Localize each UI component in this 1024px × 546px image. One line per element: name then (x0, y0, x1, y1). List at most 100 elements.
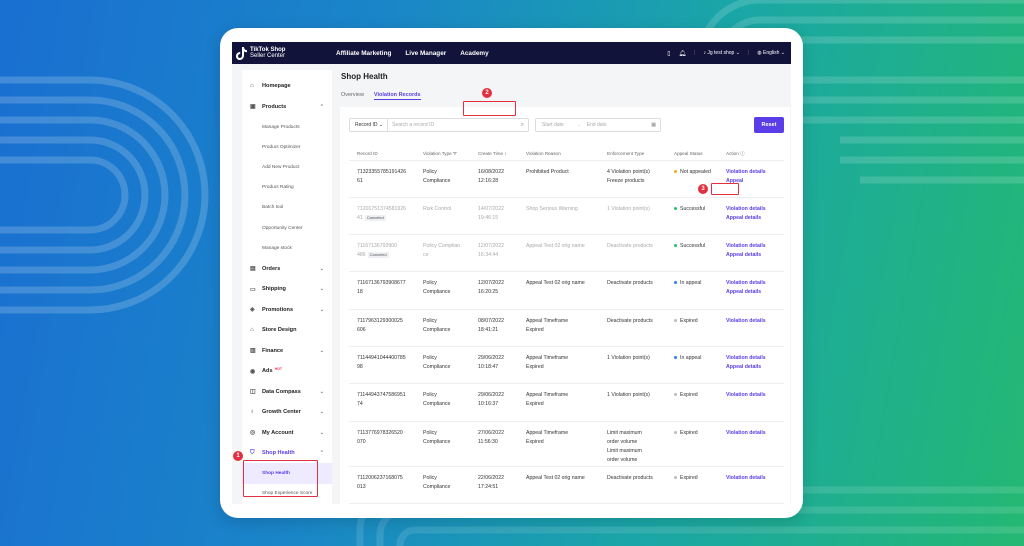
chevron-down-icon: ⌄ (319, 429, 324, 436)
status-badge: In appeal (680, 355, 702, 361)
search-input[interactable] (392, 122, 513, 128)
start-date-field[interactable]: Start date (542, 122, 564, 128)
record-id-cell: 7113776978326520 070 (357, 429, 403, 447)
top-right-controls: ▯ 🔔︎ | ♪ Jg test shop ⌄ | ◍ English ⌄ (667, 50, 791, 57)
sidebar-item-ads[interactable]: ◉ Ads HOT (242, 361, 332, 382)
phone-icon[interactable]: ▯ (667, 50, 670, 57)
action-cell: Violation details Appeal details (726, 354, 766, 372)
sidebar-item-growth-center[interactable]: ♁ Growth Center ⌄ (242, 402, 332, 423)
create-date: 08/07/2022 (478, 318, 504, 324)
sidebar-subitem-opportunity-center[interactable]: Opportunity Center (242, 218, 332, 238)
sidebar-item-finance[interactable]: ▥ Finance ⌄ (242, 340, 332, 361)
appeal-details-link[interactable]: Appeal details (726, 252, 761, 258)
violation-reason-line2: Expired (526, 401, 544, 407)
canceled-badge: Canceled (367, 252, 389, 258)
sidebar-item-promotions[interactable]: ◈ Promotions ⌄ (242, 299, 332, 320)
sidebar-subitem-add-new-product[interactable]: Add New Product (242, 157, 332, 177)
tab-violation-records[interactable]: Violation Records (373, 92, 421, 100)
appeal-details-link[interactable]: Appeal details (726, 215, 761, 221)
violation-details-link[interactable]: Violation details (726, 392, 766, 398)
violation-reason-cell: Appeal Timeframe Expired (526, 429, 568, 447)
home-icon: ⌂ (250, 83, 254, 90)
record-id: 71144943747586951 (357, 392, 406, 398)
language-switcher[interactable]: ◍ English ⌄ (757, 50, 785, 56)
enforcement-cell: Deactivate products (607, 474, 653, 483)
nav-live-manager[interactable]: Live Manager (405, 50, 446, 57)
enforcement-type-line2: Freeze products (607, 178, 645, 184)
tab-overview[interactable]: Overview (341, 92, 364, 100)
nav-affiliate-marketing[interactable]: Affiliate Marketing (336, 50, 391, 57)
sidebar-item-label: Orders (262, 265, 281, 272)
sort-icon[interactable]: ↕ (504, 151, 506, 156)
filter-icon[interactable]: ⛛ (453, 151, 457, 156)
record-search-group: Record ID ⌄ ⌕ (349, 118, 529, 132)
data-icon: ◫ (250, 389, 256, 396)
sidebar-item-label: Data Compass (262, 388, 301, 395)
col-enforcement-type: Enforcement Type (607, 151, 645, 156)
sidebar-subitem-product-optimizer[interactable]: Product Optimizer (242, 137, 332, 157)
create-time-cell: 14/07/2022 19:46:15 (478, 205, 504, 223)
chevron-up-icon: ⌃ (319, 103, 324, 110)
search-icon[interactable]: ⌕ (521, 122, 524, 129)
violation-details-link[interactable]: Violation details (726, 243, 766, 249)
violation-details-link[interactable]: Violation details (726, 206, 766, 212)
sidebar-item-shipping[interactable]: ▭ Shipping ⌄ (242, 279, 332, 300)
violation-type: Policy (423, 392, 437, 398)
bell-icon[interactable]: 🔔︎ (679, 50, 687, 57)
enforcement-type: Deactivate products (607, 280, 653, 286)
action-cell: Violation details (726, 474, 766, 483)
language-label: English (763, 50, 780, 56)
sidebar-subitem-product-rating[interactable]: Product Rating (242, 178, 332, 198)
shop-switcher[interactable]: ♪ Jg test shop ⌄ (703, 50, 739, 56)
orders-icon: ▤ (250, 266, 256, 273)
violation-type: Risk Control (423, 206, 452, 212)
page-title: Shop Health (341, 72, 388, 81)
nav-academy[interactable]: Academy (460, 50, 488, 57)
action-cell: Violation details (726, 317, 766, 326)
appeal-details-link[interactable]: Appeal details (726, 364, 761, 370)
violation-details-link[interactable]: Violation details (726, 318, 766, 324)
sidebar-subitem-manage-products[interactable]: Manage Products (242, 117, 332, 137)
table-row: 7113776978326520 070 Policy Compliance 27/06… (349, 422, 784, 467)
record-id-suffix: 74 (357, 401, 363, 407)
appeal-status-cell: Successful (674, 205, 714, 214)
violation-details-link[interactable]: Violation details (726, 430, 766, 436)
sidebar-item-label: Shipping (262, 286, 286, 293)
highlight-appeal-link (711, 183, 739, 195)
sidebar-item-store-design[interactable]: ⌂ Store Design (242, 320, 332, 341)
sidebar-item-my-account[interactable]: ◎ My Account ⌄ (242, 422, 332, 443)
promotions-icon: ◈ (250, 307, 255, 314)
enforcement-cell: Deactivate products (607, 279, 653, 288)
violation-type-cell: Policy Compliance (423, 429, 450, 447)
create-date: 27/06/2022 (478, 430, 504, 436)
record-id: 71144941044400785 (357, 355, 406, 361)
end-date-field[interactable]: End date (587, 122, 607, 128)
sidebar-item-homepage[interactable]: ⌂ Homepage (242, 76, 332, 97)
violation-details-link[interactable]: Violation details (726, 355, 766, 361)
sidebar-subitem-manage-stock[interactable]: Manage stock (242, 238, 332, 258)
brand-name: TikTok Shop Seller Center (250, 47, 285, 59)
col-create-time[interactable]: Create Time ↕ (478, 151, 507, 156)
violation-details-link[interactable]: Violation details (726, 475, 766, 481)
violation-type-cell: Policy Compliance (423, 354, 450, 372)
sidebar-item-orders[interactable]: ▤ Orders ⌄ (242, 258, 332, 279)
violation-details-link[interactable]: Violation details (726, 280, 766, 286)
brand-logo[interactable]: TikTok Shop Seller Center (232, 46, 336, 60)
appeal-details-link[interactable]: Appeal details (726, 289, 761, 295)
reset-button[interactable]: Reset (754, 117, 784, 133)
col-violation-reason: Violation Reason (526, 151, 561, 156)
sidebar-item-products[interactable]: ▣ Products ⌃ (242, 97, 332, 118)
violation-type-cell: Policy Compliance (423, 168, 450, 186)
create-time: 10:16:37 (478, 401, 499, 407)
record-id-select[interactable]: Record ID ⌄ (350, 119, 389, 131)
col-violation-type[interactable]: Violation Type ⛛ (423, 151, 457, 156)
sidebar-subitem-batch-tool[interactable]: Batch tool (242, 198, 332, 218)
growth-icon: ♁ (250, 409, 255, 416)
date-range-picker[interactable]: Start date → End date ▦ (535, 118, 661, 132)
sidebar-item-label: Finance (262, 347, 284, 354)
violation-type: Policy (423, 430, 437, 436)
sidebar-item-data-compass[interactable]: ◫ Data Compass ⌄ (242, 381, 332, 402)
violation-type-cell: Risk Control (423, 205, 451, 214)
violation-reason: Appeal Test 02 orig name (526, 243, 585, 249)
violation-details-link[interactable]: Violation details (726, 169, 766, 175)
